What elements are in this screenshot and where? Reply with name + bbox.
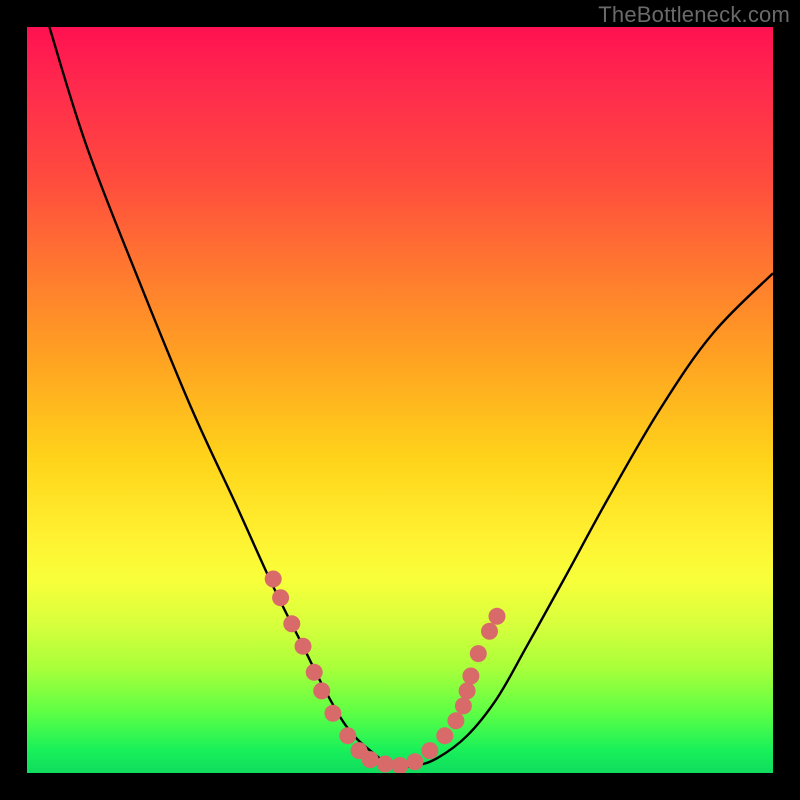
marker-dot bbox=[406, 753, 423, 770]
marker-dot bbox=[455, 697, 472, 714]
marker-dot bbox=[324, 705, 341, 722]
curve-path-group bbox=[49, 27, 773, 767]
chart-frame: TheBottleneck.com bbox=[0, 0, 800, 800]
marker-dot bbox=[377, 756, 394, 773]
marker-dot bbox=[306, 664, 323, 681]
markers-group bbox=[265, 571, 506, 774]
plot-area bbox=[27, 27, 773, 773]
marker-dot bbox=[459, 682, 476, 699]
marker-dot bbox=[339, 727, 356, 744]
marker-dot bbox=[470, 645, 487, 662]
marker-dot bbox=[362, 751, 379, 768]
marker-dot bbox=[436, 727, 453, 744]
marker-dot bbox=[481, 623, 498, 640]
marker-dot bbox=[421, 742, 438, 759]
marker-dot bbox=[462, 668, 479, 685]
marker-dot bbox=[272, 589, 289, 606]
marker-dot bbox=[313, 682, 330, 699]
curve-path bbox=[49, 27, 773, 767]
marker-dot bbox=[447, 712, 464, 729]
chart-svg bbox=[27, 27, 773, 773]
watermark-text: TheBottleneck.com bbox=[598, 2, 790, 28]
marker-dot bbox=[489, 608, 506, 625]
marker-dot bbox=[392, 757, 409, 773]
marker-dot bbox=[265, 571, 282, 588]
marker-dot bbox=[283, 615, 300, 632]
marker-dot bbox=[295, 638, 312, 655]
